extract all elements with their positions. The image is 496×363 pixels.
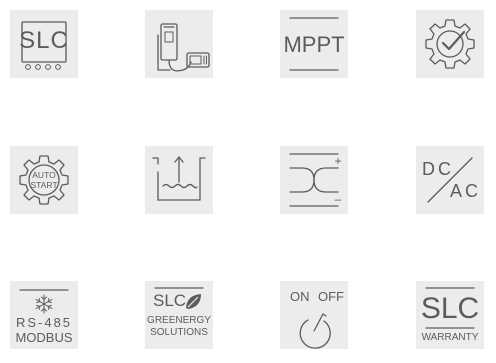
- auto-label: AUTO: [32, 170, 56, 180]
- dc-ac-tile: DC AC: [416, 146, 484, 214]
- on-label: ON: [290, 289, 310, 304]
- modbus-label: MODBUS: [15, 330, 73, 345]
- crossover-tile: + –: [280, 146, 348, 214]
- slc-display-tile: SLC: [10, 10, 78, 78]
- gear-check-icon: [425, 19, 475, 69]
- off-label: OFF: [318, 289, 344, 304]
- solutions-label: SOLUTIONS: [150, 327, 208, 338]
- dc-label: DC: [422, 159, 454, 179]
- dc-ac-icon: [427, 157, 473, 203]
- minus-label: –: [334, 192, 342, 206]
- remote-display-icon: [157, 23, 210, 72]
- slc-small-label: SLC: [153, 291, 187, 310]
- greenergy-label: GREENERGY: [147, 315, 211, 326]
- slc-greenergy-tile: SLC GREENERGY SOLUTIONS: [145, 281, 213, 349]
- plus-label: +: [334, 154, 342, 168]
- ac-label: AC: [450, 181, 482, 201]
- start-label: START: [30, 180, 58, 190]
- water-level-icon: [152, 156, 206, 201]
- slc-warranty-label: SLC: [420, 292, 480, 325]
- gear-check-tile: [416, 10, 484, 78]
- rs485-modbus-tile: RS-485 MODBUS: [10, 281, 78, 349]
- mppt-label: MPPT: [283, 32, 345, 57]
- on-off-tile: ON OFF: [280, 281, 348, 349]
- warranty-label: WARRANTY: [421, 332, 479, 343]
- rs485-label: RS-485: [15, 315, 73, 330]
- remote-display-tile: [145, 10, 213, 78]
- slc-label: SLC: [19, 27, 69, 54]
- slc-warranty-tile: SLC WARRANTY: [416, 281, 484, 349]
- auto-start-tile: AUTO START: [10, 146, 78, 214]
- mppt-tile: MPPT: [280, 10, 348, 78]
- water-level-tile: [145, 146, 213, 214]
